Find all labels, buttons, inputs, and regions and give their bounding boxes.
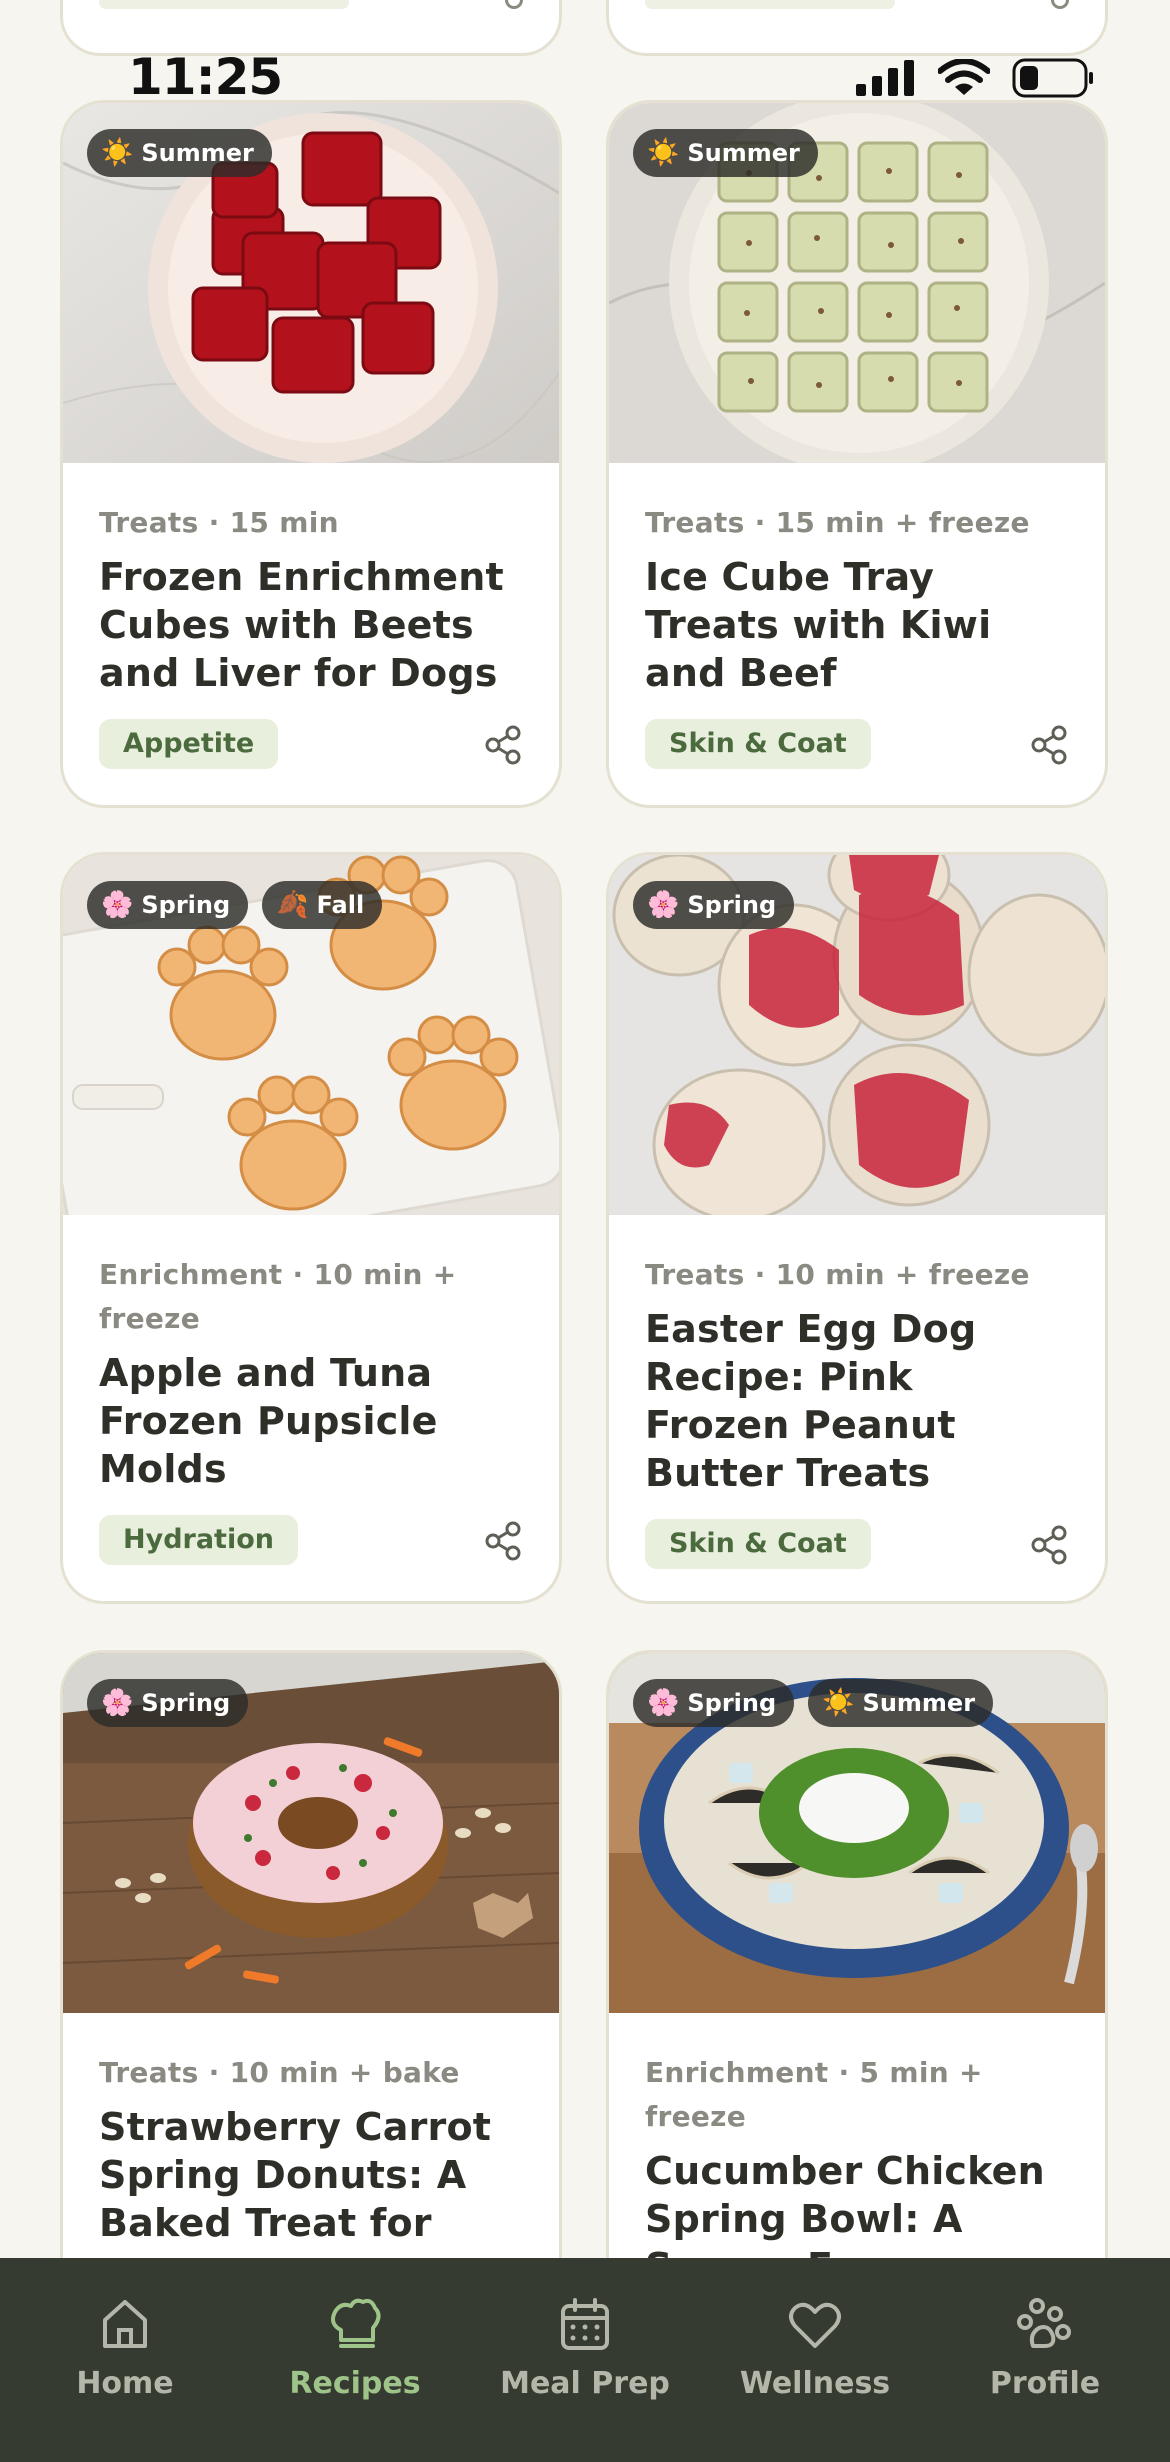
recipe-card[interactable]: 🌸 Spring 🍂 Fall Enrichment · 10 min + free… [60,852,562,1604]
recipe-card[interactable]: 🌸 Spring Treats · 10 min + freeze Easter … [606,852,1108,1604]
paw-icon [1017,2298,1071,2348]
recipe-meta: Enrichment · 10 min + freeze [99,1258,457,1335]
tab-label: Wellness [739,2366,891,2401]
sun-icon: ☀️ [101,138,134,168]
tab-label: Profile [989,2366,1101,2401]
season-badge: 🌸 Spring [633,1679,795,1727]
recipe-title[interactable]: Cucumber Chicken Spring Bowl: A Savory F… [645,2147,1069,2258]
recipe-image: 🌸 Spring [63,1653,559,2013]
heart-icon [789,2302,841,2348]
wifi-icon [938,59,990,95]
status-time: 11:25 [128,48,283,106]
tab-home[interactable]: Home [15,2258,235,2462]
flower-icon: 🌸 [101,890,134,920]
season-badge: 🍂 Fall [262,881,383,929]
tab-label: Home [76,2366,174,2401]
recipe-card[interactable]: ☀️ Summer Treats · 15 min Frozen Enrichme… [60,100,562,808]
tab-profile[interactable]: Profile [935,2258,1155,2462]
season-badges: 🌸 Spring ☀️ Summer [633,1679,994,1727]
flower-icon: 🌸 [647,890,680,920]
recipe-meta: Treats · 10 min + bake [99,2056,460,2089]
cellular-signal-icon [856,60,914,96]
calendar-icon [561,2298,609,2350]
share-icon[interactable] [505,0,523,9]
season-badge: 🌸 Spring [633,881,795,929]
benefit-tag: Skin & Coat [645,1519,871,1569]
recipe-title[interactable]: Apple and Tuna Frozen Pupsicle Molds [99,1349,523,1493]
recipe-image: 🌸 Spring 🍂 Fall [63,855,559,1215]
benefit-tag: Hydration [99,1515,298,1565]
recipe-image: 🌸 Spring ☀️ Summer [609,1653,1105,2013]
benefit-tag: Skin & Coat [645,719,871,769]
season-badges: 🌸 Spring [87,1679,249,1727]
recipe-card[interactable]: 🌸 Spring Treats · 10 min + bake Strawberr… [60,1650,562,2258]
recipe-title[interactable]: Easter Egg Dog Recipe: Pink Frozen Peanu… [645,1305,1069,1497]
season-badges: 🌸 Spring 🍂 Fall [87,881,383,929]
battery-icon [1012,58,1093,98]
share-icon[interactable] [1029,725,1069,765]
leaf-icon: 🍂 [276,890,309,920]
recipe-meta: Treats · 15 min + freeze [645,506,1030,539]
sun-icon: ☀️ [647,138,680,168]
recipe-card[interactable]: 🌸 Spring ☀️ Summer Enrichment · 5 min + fr… [606,1650,1108,2258]
season-badge: 🌸 Spring [87,1679,249,1727]
flower-icon: 🌸 [101,1688,134,1718]
season-badges: ☀️ Summer [87,129,272,177]
tab-bar: Home Recipes Meal Prep Wellness Profile [0,2258,1170,2462]
placeholder-bar [99,0,349,9]
season-badge: ☀️ Summer [633,129,818,177]
placeholder-bar [645,0,895,9]
tab-recipes[interactable]: Recipes [245,2258,465,2462]
share-icon[interactable] [483,1521,523,1561]
benefit-tag: Appetite [99,719,279,769]
recipe-feed[interactable]: ☀️ Summer Treats · 15 min Frozen Enrichme… [0,0,1170,2258]
recipe-image: ☀️ Summer [609,103,1105,463]
tab-meal-prep[interactable]: Meal Prep [475,2258,695,2462]
recipe-title[interactable]: Ice Cube Tray Treats with Kiwi and Beef [645,553,1069,697]
recipe-card[interactable]: ☀️ Summer Treats · 15 min + freeze Ice Cu… [606,100,1108,808]
status-bar: 11:25 [0,40,1170,120]
tab-label: Recipes [289,2366,421,2401]
season-badge: 🌸 Spring [87,881,249,929]
recipe-meta: Treats · 10 min + freeze [645,1258,1030,1291]
sun-icon: ☀️ [822,1688,855,1718]
recipe-meta: Enrichment · 5 min + freeze [645,2056,983,2133]
recipe-image: ☀️ Summer [63,103,559,463]
share-icon[interactable] [1051,0,1069,9]
flower-icon: 🌸 [647,1688,680,1718]
tab-wellness[interactable]: Wellness [705,2258,925,2462]
season-badge: ☀️ Summer [87,129,272,177]
season-badges: 🌸 Spring [633,881,795,929]
recipe-title[interactable]: Frozen Enrichment Cubes with Beets and L… [99,553,523,697]
recipe-title[interactable]: Strawberry Carrot Spring Donuts: A Baked… [99,2103,523,2247]
home-icon [103,2300,147,2348]
season-badges: ☀️ Summer [633,129,818,177]
tab-label: Meal Prep [500,2366,670,2401]
recipe-meta: Treats · 15 min [99,506,339,539]
share-icon[interactable] [483,725,523,765]
chef-hat-icon [331,2298,381,2348]
recipe-image: 🌸 Spring [609,855,1105,1215]
season-badge: ☀️ Summer [808,1679,994,1727]
share-icon[interactable] [1029,1525,1069,1565]
